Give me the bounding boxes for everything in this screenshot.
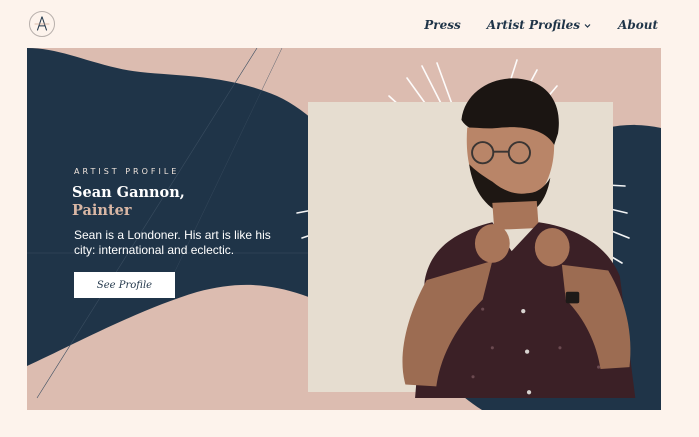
nav-press[interactable]: Press [424, 18, 461, 32]
nav-artist-profiles-label: Artist Profiles [486, 18, 581, 32]
logo-mark-icon [34, 16, 50, 31]
hero-description: Sean is a Londoner. His art is like his … [74, 228, 271, 257]
top-bar: Press Artist Profiles About [0, 0, 699, 48]
see-profile-button[interactable]: See Profile [74, 272, 175, 298]
main-nav: Press Artist Profiles About [424, 18, 658, 32]
artist-role: Painter [72, 202, 132, 219]
artist-name: Sean Gannon, [72, 184, 185, 201]
nav-about[interactable]: About [618, 18, 658, 32]
hero-eyebrow: ARTIST PROFILE [74, 167, 180, 176]
logo[interactable] [29, 11, 55, 37]
chevron-down-icon [583, 21, 592, 30]
hero-title: Sean Gannon, Painter [72, 184, 185, 220]
artist-portrait-image [402, 78, 636, 398]
nav-artist-profiles[interactable]: Artist Profiles [487, 18, 592, 32]
